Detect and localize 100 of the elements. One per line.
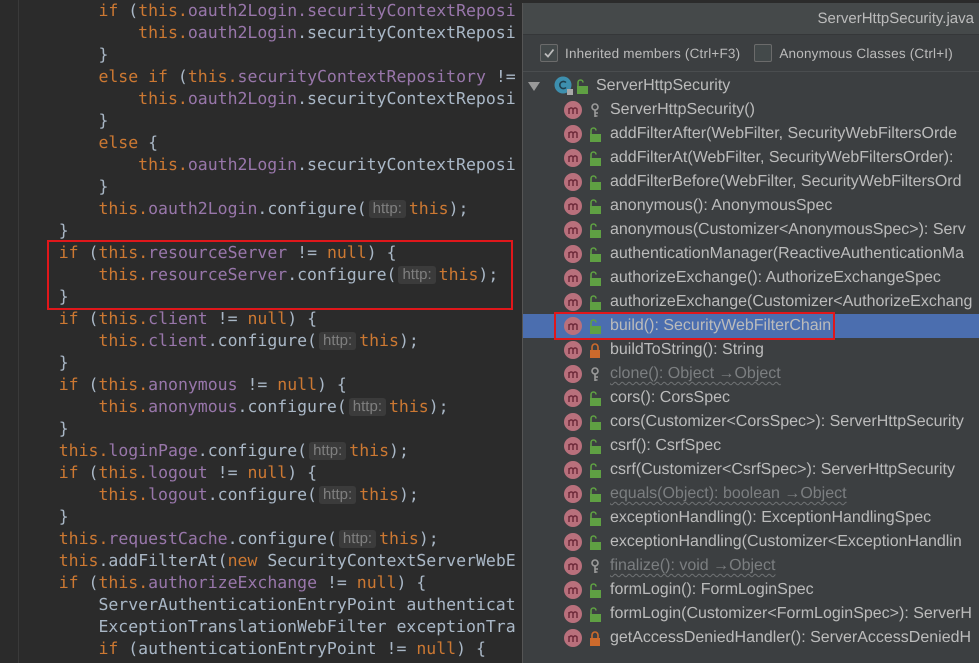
code-text: this.requestCache.configure(	[58, 529, 337, 548]
member-item[interactable]: authenticationManager(ReactiveAuthenticationMa	[523, 242, 979, 266]
member-item[interactable]: csrf(Customizer<CsrfSpec>): ServerHttpSecurity	[523, 458, 979, 482]
code-text: this);	[379, 529, 439, 548]
method-icon	[564, 605, 582, 623]
code-text: this.client.configure(	[98, 331, 317, 350]
unlocked-icon	[589, 294, 601, 310]
code-text: }	[98, 111, 108, 130]
unlocked-icon	[589, 318, 601, 334]
parameter-hint: http:	[319, 332, 356, 350]
method-icon	[564, 461, 582, 479]
class-node[interactable]: ServerHttpSecurity	[523, 74, 979, 98]
code-text: this.logout.configure(	[98, 485, 317, 504]
code-text: this);	[408, 199, 468, 218]
method-icon	[564, 221, 582, 239]
code-text: ServerAuthenticationEntryPoint authenticat	[98, 595, 516, 614]
code-text: this);	[349, 441, 409, 460]
option-label: Inherited members (Ctrl+F3)	[565, 46, 740, 60]
unlocked-icon	[589, 198, 601, 214]
member-item[interactable]: exceptionHandling(Customizer<ExceptionHandlin	[523, 530, 979, 554]
member-item[interactable]: anonymous(Customizer<AnonymousSpec>): Serv	[523, 218, 979, 242]
member-item[interactable]: formLogin(): FormLoginSpec	[523, 578, 979, 602]
checkbox[interactable]	[540, 44, 558, 62]
code-text: this.anonymous.configure(	[98, 397, 347, 416]
code-text: if (this.resourceServer != null) {	[58, 243, 397, 262]
code-text: if (this.authorizeExchange != null) {	[58, 573, 426, 592]
unlocked-icon	[589, 270, 601, 286]
member-item[interactable]: cors(): CorsSpec	[523, 386, 979, 410]
popup-title: ServerHttpSecurity.java	[818, 10, 974, 27]
method-icon	[564, 485, 582, 503]
code-text: this.resourceServer.configure(	[98, 265, 396, 284]
member-item[interactable]: getAccessDeniedHandler(): ServerAccessDeniedH	[523, 626, 979, 650]
member-item[interactable]: formLogin(Customizer<FormLoginSpec>): ServerH	[523, 602, 979, 626]
member-item[interactable]: anonymous(): AnonymousSpec	[523, 194, 979, 218]
code-text: }	[58, 287, 69, 306]
method-icon	[564, 197, 582, 215]
lock-icon	[589, 342, 601, 358]
code-text: this.loginPage.configure(	[58, 441, 308, 460]
code-text: else {	[98, 133, 158, 152]
code-text: this.oauth2Login.securityContextReposi	[138, 23, 516, 42]
checkbox[interactable]	[754, 44, 772, 62]
member-item[interactable]: buildToString(): String	[523, 338, 979, 362]
unlocked-icon	[589, 582, 601, 598]
unlocked-icon	[589, 126, 601, 142]
parameter-hint: http:	[319, 486, 356, 504]
member-item[interactable]: exceptionHandling(): ExceptionHandlingSpec	[523, 506, 979, 530]
member-item[interactable]: addFilterAfter(WebFilter, SecurityWebFiltersOrde	[523, 122, 979, 146]
code-text: if (this.oauth2Login.securityContextReposi	[98, 1, 516, 20]
option-label: Anonymous Classes (Ctrl+I)	[779, 46, 953, 60]
annotation-box: build(): SecurityWebFilterChain	[554, 312, 836, 340]
unlocked-icon	[576, 78, 588, 94]
method-icon	[564, 317, 582, 335]
class-icon	[554, 76, 574, 96]
method-icon	[564, 293, 582, 311]
unlocked-icon	[589, 534, 601, 550]
code-text: }	[58, 507, 69, 526]
code-text: this);	[359, 485, 419, 504]
method-icon	[564, 413, 582, 431]
code-text: else if (this.securityContextRepository !=	[98, 67, 516, 86]
key-icon	[589, 366, 601, 382]
parameter-hint: http:	[309, 442, 346, 460]
code-text: if (this.client != null) {	[58, 309, 318, 328]
member-item[interactable]: authorizeExchange(Customizer<AuthorizeExchang	[523, 290, 979, 314]
check-icon	[543, 48, 555, 58]
member-item[interactable]: ServerHttpSecurity()	[523, 98, 979, 122]
member-item[interactable]: cors(Customizer<CorsSpec>): ServerHttpSecurity	[523, 410, 979, 434]
member-item[interactable]: csrf(): CsrfSpec	[523, 434, 979, 458]
member-item[interactable]: addFilterBefore(WebFilter, SecurityWebFiltersOrd	[523, 170, 979, 194]
method-icon	[564, 173, 582, 191]
code-text: }	[58, 353, 69, 372]
parameter-hint: http:	[348, 398, 386, 416]
code-text: this);	[438, 265, 498, 284]
code-text: }	[58, 419, 69, 438]
method-icon	[564, 581, 582, 599]
method-icon	[564, 125, 582, 143]
code-text: this.oauth2Login.securityContextReposi	[138, 155, 516, 174]
code-text: }	[98, 45, 108, 64]
parameter-hint: http:	[338, 530, 376, 548]
code-text: this.oauth2Login.securityContextReposi	[138, 89, 516, 108]
parameter-hint: http:	[368, 200, 406, 218]
member-item[interactable]: authorizeExchange(): AuthorizeExchangeSpec	[523, 266, 979, 290]
code-text: this.addFilterAt(new SecurityContextServerWebE	[58, 551, 516, 570]
unlocked-icon	[589, 486, 601, 502]
key-icon	[589, 102, 601, 118]
code-text: this.oauth2Login.configure(	[98, 199, 367, 218]
unlocked-icon	[589, 222, 601, 238]
code-text: this);	[388, 397, 449, 416]
method-icon	[564, 389, 582, 407]
unlocked-icon	[589, 246, 601, 262]
method-icon	[564, 629, 582, 647]
code-text: if (this.logout != null) {	[58, 463, 318, 482]
unlocked-icon	[589, 438, 601, 454]
code-text: }	[58, 221, 69, 240]
method-icon	[564, 245, 582, 263]
code-text: if (this.anonymous != null) {	[58, 375, 347, 394]
unlocked-icon	[589, 150, 601, 166]
unlocked-icon	[589, 510, 601, 526]
expand-arrow-icon[interactable]	[528, 80, 540, 92]
method-icon	[564, 509, 582, 527]
member-item[interactable]: addFilterAt(WebFilter, SecurityWebFiltersOrder):	[523, 146, 979, 170]
